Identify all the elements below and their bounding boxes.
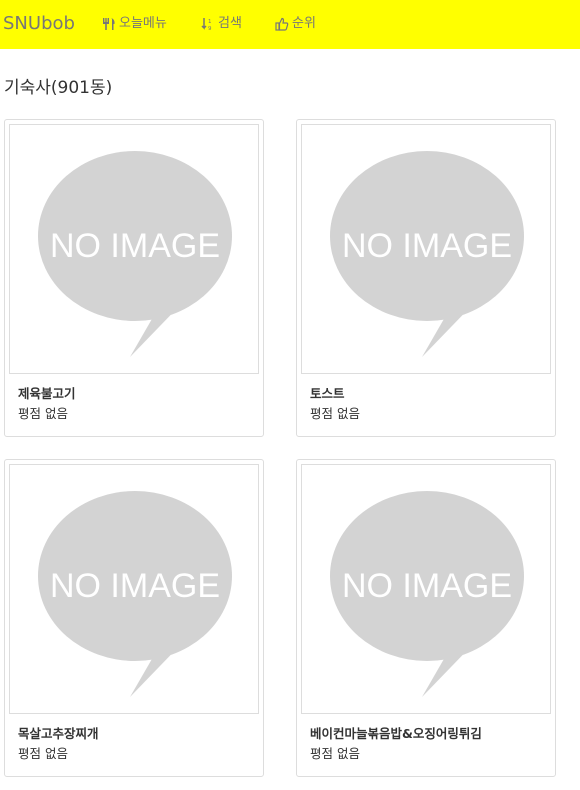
menu-rating: 평점 없음 [310,746,360,761]
nav-today-menu[interactable]: 오늘메뉴 [102,14,167,34]
nav-ranking-label: 순위 [292,16,316,31]
svg-text:9: 9 [208,26,212,31]
nav-today-menu-label: 오늘메뉴 [119,16,167,31]
menu-card[interactable]: NO IMAGE 목살고추장찌개 평점 없음 [4,459,264,777]
no-image-text: NO IMAGE [50,567,220,605]
nav-ranking[interactable]: 순위 [275,14,316,34]
no-image-text: NO IMAGE [342,567,512,605]
no-image-text: NO IMAGE [342,227,512,265]
thumbs-up-icon [275,17,289,31]
menu-thumbnail: NO IMAGE [301,124,551,374]
cutlery-icon [103,18,115,30]
svg-text:1: 1 [208,19,212,25]
no-image-placeholder-icon: NO IMAGE [330,151,524,357]
menu-card[interactable]: NO IMAGE 베이컨마늘볶음밥&오징어링튀김 평점 없음 [296,459,556,777]
menu-thumbnail: NO IMAGE [9,124,259,374]
menu-rating: 평점 없음 [18,406,68,421]
nav-search[interactable]: 1 9 검색 [201,14,242,34]
top-navbar: SNUbob 오늘메뉴 1 9 검색 순위 [0,0,580,49]
menu-card[interactable]: NO IMAGE 제육불고기 평점 없음 [4,119,264,437]
menu-thumbnail: NO IMAGE [301,464,551,714]
sort-icon: 1 9 [201,18,212,31]
brand-link[interactable]: SNUbob [3,13,75,35]
menu-name: 베이컨마늘볶음밥&오징어링튀김 [310,726,482,741]
no-image-placeholder-icon: NO IMAGE [38,491,232,697]
section-title: 기숙사(901동) [4,78,113,98]
menu-name: 제육불고기 [18,386,76,401]
menu-name: 목살고추장찌개 [18,726,99,741]
menu-rating: 평점 없음 [310,406,360,421]
nav-search-label: 검색 [218,16,242,31]
menu-name: 토스트 [310,386,345,401]
no-image-text: NO IMAGE [50,227,220,265]
no-image-placeholder-icon: NO IMAGE [330,491,524,697]
no-image-placeholder-icon: NO IMAGE [38,151,232,357]
menu-thumbnail: NO IMAGE [9,464,259,714]
menu-rating: 평점 없음 [18,746,68,761]
menu-card[interactable]: NO IMAGE 토스트 평점 없음 [296,119,556,437]
